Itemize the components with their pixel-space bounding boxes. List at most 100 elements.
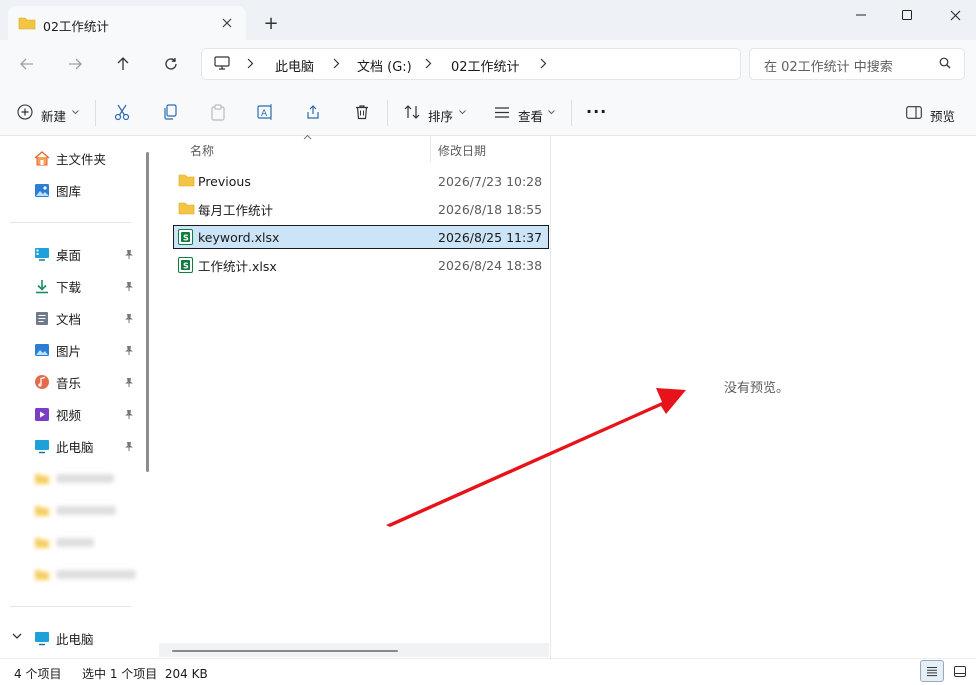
chevron-right-icon[interactable] bbox=[333, 58, 340, 69]
folder-icon bbox=[34, 536, 50, 549]
pin-icon[interactable] bbox=[124, 441, 134, 452]
paste-icon[interactable] bbox=[210, 104, 226, 121]
sidebar-item-label: 主文件夹 bbox=[56, 151, 107, 167]
folder-icon bbox=[34, 472, 50, 485]
file-row-previous[interactable]: Previous 2026/7/23 10:28 bbox=[173, 169, 549, 193]
share-icon[interactable] bbox=[305, 104, 321, 120]
maximize-button[interactable] bbox=[892, 4, 922, 26]
preview-pane-icon[interactable] bbox=[906, 106, 922, 119]
desktop-icon bbox=[34, 247, 50, 261]
toolbar-divider bbox=[387, 100, 388, 126]
sidebar-item-label: 图片 bbox=[56, 343, 82, 359]
sidebar-item-redacted[interactable] bbox=[34, 531, 94, 553]
sidebar-item-redacted[interactable] bbox=[34, 499, 116, 521]
videos-icon bbox=[34, 407, 50, 422]
column-divider[interactable] bbox=[430, 136, 431, 162]
more-options-button[interactable]: ··· bbox=[586, 102, 607, 121]
sidebar-item-music[interactable]: 音乐 bbox=[34, 370, 81, 394]
sidebar-item-videos[interactable]: 视频 bbox=[34, 402, 81, 426]
sort-ascending-icon bbox=[303, 134, 312, 140]
sidebar-divider bbox=[10, 606, 131, 607]
sidebar-item-label: 桌面 bbox=[56, 247, 82, 263]
view-icon[interactable] bbox=[494, 107, 510, 118]
column-header-date[interactable]: 修改日期 bbox=[438, 142, 486, 159]
file-name: Previous bbox=[198, 173, 251, 189]
copy-icon[interactable] bbox=[162, 104, 178, 120]
add-icon[interactable] bbox=[17, 104, 33, 120]
home-icon bbox=[34, 150, 50, 166]
this-pc-icon bbox=[34, 439, 50, 454]
chevron-down-icon[interactable] bbox=[459, 110, 466, 115]
sidebar-divider bbox=[10, 222, 131, 223]
sidebar-item-home[interactable]: 主文件夹 bbox=[34, 146, 106, 170]
delete-icon[interactable] bbox=[354, 104, 370, 120]
sidebar-item-label: 音乐 bbox=[56, 375, 82, 391]
sidebar-item-downloads[interactable]: 下载 bbox=[34, 274, 81, 298]
file-date: 2026/8/25 11:37 bbox=[438, 229, 543, 245]
chevron-right-icon[interactable] bbox=[247, 58, 254, 69]
file-row-workstats[interactable]: S 工作统计.xlsx 2026/8/24 18:38 bbox=[173, 253, 549, 277]
sidebar-item-label: 此电脑 bbox=[56, 439, 94, 455]
file-name: 工作统计.xlsx bbox=[198, 258, 277, 274]
file-date: 2026/8/24 18:38 bbox=[438, 257, 543, 273]
sidebar-item-redacted[interactable] bbox=[34, 467, 114, 489]
file-row-monthly[interactable]: 每月工作统计 2026/8/18 18:55 bbox=[173, 197, 549, 221]
chevron-down-icon[interactable] bbox=[548, 110, 555, 115]
column-header-name[interactable]: 名称 bbox=[190, 142, 214, 159]
sidebar-item-redacted[interactable] bbox=[34, 563, 136, 585]
sidebar-scrollbar[interactable] bbox=[146, 152, 149, 472]
svg-text:S: S bbox=[183, 262, 189, 271]
breadcrumb-this-pc[interactable]: 此电脑 bbox=[275, 56, 314, 75]
toolbar-divider bbox=[95, 100, 96, 126]
new-button[interactable]: 新建 bbox=[41, 106, 66, 125]
close-window-button[interactable] bbox=[940, 4, 970, 26]
forward-button[interactable] bbox=[62, 52, 88, 76]
file-row-keyword-selected[interactable]: S keyword.xlsx 2026/8/25 11:37 bbox=[173, 225, 549, 249]
toolbar-divider bbox=[571, 100, 572, 126]
chevron-down-icon[interactable] bbox=[72, 110, 79, 115]
cut-icon[interactable] bbox=[114, 104, 130, 121]
pin-icon[interactable] bbox=[124, 377, 134, 388]
pin-icon[interactable] bbox=[124, 313, 134, 324]
gallery-icon bbox=[34, 183, 50, 198]
excel-icon: S bbox=[178, 257, 193, 273]
pin-icon[interactable] bbox=[124, 249, 134, 260]
svg-text:S: S bbox=[183, 234, 189, 243]
sort-icon[interactable] bbox=[404, 105, 420, 119]
sidebar-item-this-pc-pinned[interactable]: 此电脑 bbox=[34, 434, 94, 458]
new-tab-button[interactable]: + bbox=[260, 12, 282, 34]
document-icon bbox=[34, 311, 50, 326]
file-name: 每月工作统计 bbox=[198, 202, 274, 218]
sidebar-item-this-pc[interactable]: 此电脑 bbox=[34, 626, 94, 650]
sidebar-item-documents[interactable]: 文档 bbox=[34, 306, 81, 330]
view-button[interactable]: 查看 bbox=[518, 106, 543, 125]
sidebar-item-label: 此电脑 bbox=[56, 631, 94, 647]
sidebar-item-gallery[interactable]: 图库 bbox=[34, 178, 81, 202]
sort-button[interactable]: 排序 bbox=[428, 106, 453, 125]
refresh-button[interactable] bbox=[158, 52, 184, 76]
breadcrumb-drive[interactable]: 文档 (G:) bbox=[357, 56, 412, 75]
up-button[interactable] bbox=[110, 52, 136, 76]
close-tab-button[interactable] bbox=[218, 14, 236, 32]
details-view-button[interactable] bbox=[920, 660, 944, 682]
rename-icon[interactable]: A bbox=[257, 104, 274, 120]
sidebar-item-label: 视频 bbox=[56, 407, 82, 423]
pin-icon[interactable] bbox=[124, 409, 134, 420]
search-input[interactable]: 在 02工作统计 中搜索 bbox=[764, 56, 893, 75]
pin-icon[interactable] bbox=[124, 281, 134, 292]
sidebar-item-pictures[interactable]: 图片 bbox=[34, 338, 81, 362]
large-icons-view-button[interactable] bbox=[948, 660, 972, 682]
file-name: keyword.xlsx bbox=[198, 229, 280, 245]
folder-icon bbox=[18, 16, 36, 30]
chevron-right-icon[interactable] bbox=[425, 58, 432, 69]
back-button[interactable] bbox=[14, 52, 40, 76]
sidebar-item-desktop[interactable]: 桌面 bbox=[34, 242, 81, 266]
sidebar-item-label: 图库 bbox=[56, 183, 82, 199]
scrollbar-thumb[interactable] bbox=[172, 650, 398, 652]
pin-icon[interactable] bbox=[124, 345, 134, 356]
preview-button[interactable]: 预览 bbox=[930, 106, 955, 125]
minimize-button[interactable] bbox=[846, 4, 876, 26]
chevron-right-icon[interactable] bbox=[540, 58, 547, 69]
chevron-down-icon[interactable] bbox=[12, 633, 22, 640]
breadcrumb-folder[interactable]: 02工作统计 bbox=[451, 56, 520, 75]
